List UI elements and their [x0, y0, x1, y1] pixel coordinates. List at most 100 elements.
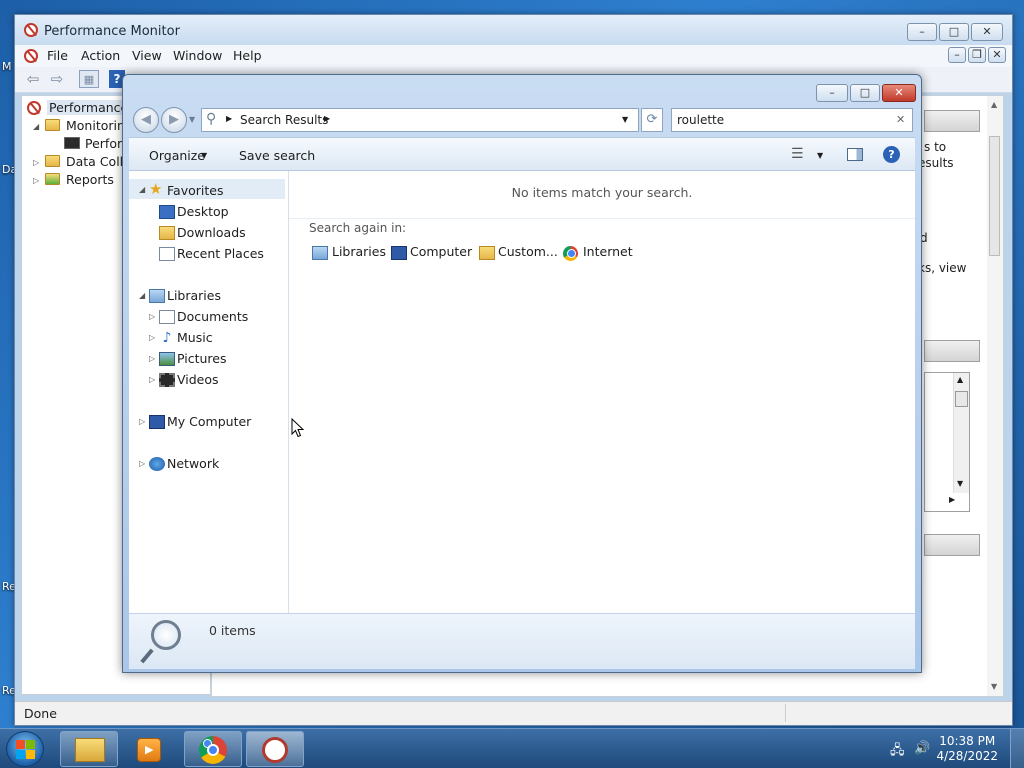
views-dropdown-icon[interactable]: ▼ — [817, 151, 823, 160]
scroll-up-icon[interactable]: ▲ — [957, 375, 963, 384]
doc-minimize-button[interactable]: – — [948, 47, 966, 63]
scroll-down-icon[interactable]: ▼ — [991, 682, 997, 691]
help-icon[interactable]: ? — [883, 146, 900, 163]
libraries-icon — [149, 289, 165, 303]
expand-arrow-icon[interactable]: ◢ — [33, 122, 39, 131]
nav-network[interactable]: Network — [167, 456, 219, 471]
minimize-button[interactable]: – — [907, 23, 937, 41]
computer-icon — [149, 415, 165, 429]
windows-logo-icon — [26, 750, 35, 759]
search-again-libraries[interactable]: Libraries — [332, 244, 386, 259]
back-arrow-icon[interactable]: ⇦ — [23, 70, 43, 88]
clear-search-icon[interactable]: ✕ — [896, 113, 905, 126]
nav-desktop[interactable]: Desktop — [177, 204, 229, 219]
taskbar-explorer[interactable] — [60, 731, 118, 767]
search-again-computer[interactable]: Computer — [410, 244, 472, 259]
close-button[interactable]: ✕ — [971, 23, 1003, 41]
refresh-button[interactable]: ⟳ — [641, 108, 663, 132]
volume-tray-icon[interactable]: 🔊 — [914, 741, 930, 756]
title-bar[interactable]: Performance Monitor – □ ✕ — [15, 15, 1012, 45]
windows-logo-icon — [16, 740, 25, 749]
nav-pictures[interactable]: Pictures — [177, 351, 227, 366]
preview-pane-icon[interactable] — [847, 148, 863, 161]
start-button[interactable] — [6, 731, 44, 767]
folder-icon — [45, 155, 60, 167]
search-icon: ⚲ — [206, 111, 217, 127]
nav-recent-places[interactable]: Recent Places — [177, 246, 264, 261]
reports-folder-icon — [45, 173, 60, 185]
collapse-arrow-icon[interactable]: ▷ — [149, 354, 155, 363]
doc-close-button[interactable]: ✕ — [988, 47, 1006, 63]
maximize-button[interactable]: □ — [939, 23, 969, 41]
maximize-button[interactable]: □ — [850, 84, 880, 102]
nav-downloads[interactable]: Downloads — [177, 225, 246, 240]
clock-time: 10:38 PM — [939, 734, 996, 748]
forward-button[interactable]: ▶ — [161, 107, 187, 133]
collapse-arrow-icon[interactable]: ▷ — [139, 417, 145, 426]
doc-restore-button[interactable]: ❐ — [968, 47, 986, 63]
nav-documents[interactable]: Documents — [177, 309, 248, 324]
vertical-scrollbar[interactable]: ▲ ▼ — [953, 373, 969, 493]
collapse-arrow-icon[interactable]: ▷ — [149, 375, 155, 384]
show-hide-tree-icon[interactable]: ▦ — [79, 70, 99, 88]
views-icon[interactable]: ☰ — [791, 146, 804, 162]
menu-file[interactable]: File — [47, 48, 68, 63]
taskbar-media-player[interactable]: ▶ — [122, 731, 180, 767]
document-icon[interactable] — [24, 49, 38, 63]
organize-dropdown-icon[interactable]: ▼ — [201, 151, 207, 160]
expand-arrow-icon[interactable]: ◢ — [139, 185, 145, 194]
nav-favorites[interactable]: Favorites — [167, 183, 223, 198]
address-bar[interactable]: ⚲ ▶ Search Results ▶ ▼ — [201, 108, 639, 132]
taskbar-performance-monitor[interactable] — [246, 731, 304, 767]
breadcrumb-search-results[interactable]: Search Results — [240, 113, 328, 127]
scroll-down-icon[interactable]: ▼ — [957, 479, 963, 488]
search-box[interactable]: roulette ✕ — [671, 108, 913, 132]
save-search-button[interactable]: Save search — [239, 148, 315, 163]
collapse-arrow-icon[interactable]: ▷ — [139, 459, 145, 468]
network-icon — [149, 457, 165, 471]
menu-view[interactable]: View — [132, 48, 162, 63]
collapse-arrow-icon[interactable]: ▷ — [149, 333, 155, 342]
documents-icon — [159, 310, 175, 324]
show-desktop-button[interactable] — [1010, 729, 1024, 768]
back-button[interactable]: ◀ — [133, 107, 159, 133]
section-header[interactable] — [924, 534, 980, 556]
taskbar-chrome[interactable] — [184, 731, 242, 767]
minimize-button[interactable]: – — [816, 84, 848, 102]
nav-libraries[interactable]: Libraries — [167, 288, 221, 303]
tree-item-reports[interactable]: Reports — [66, 172, 114, 187]
breadcrumb-arrow-icon[interactable]: ▶ — [324, 114, 330, 123]
desktop-icon-label[interactable]: M — [2, 60, 12, 73]
section-header[interactable] — [924, 340, 980, 362]
menu-window[interactable]: Window — [173, 48, 222, 63]
section-header[interactable] — [924, 110, 980, 132]
scroll-up-icon[interactable]: ▲ — [991, 100, 997, 109]
nav-my-computer[interactable]: My Computer — [167, 414, 251, 429]
search-again-internet[interactable]: Internet — [583, 244, 633, 259]
main-scrollbar[interactable]: ▲ ▼ — [987, 96, 1003, 696]
scroll-right-icon[interactable]: ▶ — [949, 495, 955, 504]
expand-arrow-icon[interactable]: ◢ — [139, 291, 145, 300]
menu-help[interactable]: Help — [233, 48, 262, 63]
nav-music[interactable]: Music — [177, 330, 213, 345]
clock[interactable]: 10:38 PM 4/28/2022 — [936, 734, 998, 764]
organize-button[interactable]: Organize — [149, 148, 205, 163]
address-dropdown-icon[interactable]: ▼ — [622, 115, 628, 124]
scroll-thumb[interactable] — [989, 136, 1000, 256]
tree-item-performance[interactable]: Performance — [47, 100, 131, 115]
music-icon: ♪ — [162, 330, 172, 346]
summary-listbox[interactable]: ▲ ▼ ▶ — [924, 372, 970, 512]
network-tray-icon[interactable]: 🖧 — [890, 741, 905, 763]
collapse-arrow-icon[interactable]: ▷ — [149, 312, 155, 321]
nav-videos[interactable]: Videos — [177, 372, 219, 387]
search-input[interactable]: roulette — [677, 113, 724, 127]
search-again-custom[interactable]: Custom... — [498, 244, 558, 259]
recent-pages-dropdown[interactable]: ▼ — [189, 115, 195, 124]
collapse-arrow-icon[interactable]: ▷ — [33, 158, 39, 167]
collapse-arrow-icon[interactable]: ▷ — [33, 176, 39, 185]
close-button[interactable]: ✕ — [882, 84, 916, 102]
forward-arrow-icon[interactable]: ⇨ — [47, 70, 67, 88]
scroll-thumb[interactable] — [955, 391, 968, 407]
breadcrumb-arrow-icon[interactable]: ▶ — [226, 114, 232, 123]
menu-action[interactable]: Action — [81, 48, 120, 63]
